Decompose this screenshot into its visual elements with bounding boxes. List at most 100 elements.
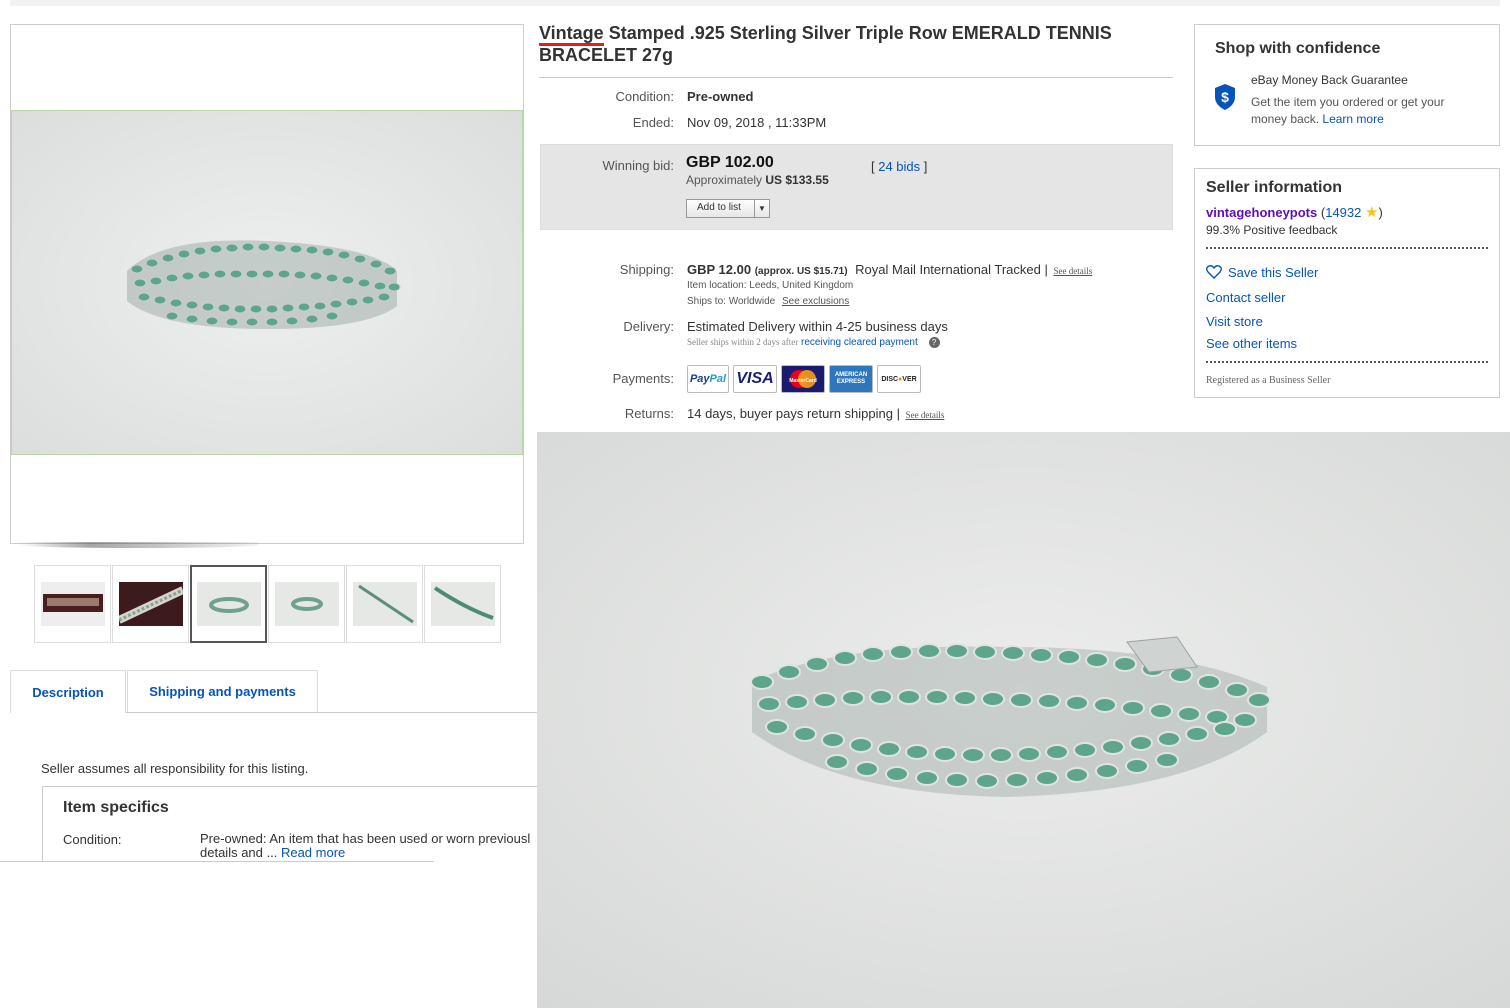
bid-count: [ 24 bids ] bbox=[871, 159, 927, 174]
save-seller-label: Save this Seller bbox=[1228, 265, 1319, 280]
thumbnail-image bbox=[274, 582, 339, 626]
heart-icon bbox=[1206, 265, 1222, 279]
save-seller-link[interactable]: Save this Seller bbox=[1206, 265, 1318, 280]
divider bbox=[539, 77, 1173, 78]
shipping-see-details-link[interactable]: See details bbox=[1053, 266, 1092, 276]
enlarged-product-photo[interactable] bbox=[537, 432, 1510, 1008]
delivery-value: Estimated Delivery within 4-25 business … bbox=[687, 319, 948, 334]
returns-text: 14 days, buyer pays return shipping | bbox=[687, 406, 900, 421]
add-to-list-button[interactable]: Add to list ▼ bbox=[686, 199, 770, 218]
shipping-price: GBP 12.00 bbox=[687, 262, 752, 277]
title-text: Stamped .925 Sterling Silver Triple Row … bbox=[539, 23, 1112, 65]
shipping-approx: (approx. US $15.71) bbox=[754, 266, 848, 277]
see-exclusions-link[interactable]: See exclusions bbox=[782, 296, 849, 307]
shipping-service: Royal Mail International Tracked | bbox=[855, 262, 1048, 277]
bid-box bbox=[540, 144, 1173, 230]
receiving-payment-link[interactable]: receiving cleared payment bbox=[801, 337, 918, 348]
seller-name-line: vintagehoneypots (14932 ★) bbox=[1206, 203, 1383, 221]
amex-logo: AMERICAN EXPRESS bbox=[829, 365, 873, 393]
returns-see-details-link[interactable]: See details bbox=[906, 410, 945, 420]
thumbnail-image bbox=[430, 582, 495, 626]
divider bbox=[0, 861, 434, 862]
business-seller-note: Registered as a Business Seller bbox=[1206, 375, 1331, 386]
page-bottom bbox=[0, 862, 537, 1008]
visa-logo: VISA bbox=[733, 365, 777, 393]
divider bbox=[1206, 247, 1488, 249]
seller-disclaimer: Seller assumes all responsibility for th… bbox=[41, 761, 309, 776]
seller-info-title: Seller information bbox=[1206, 179, 1343, 196]
returns-value: 14 days, buyer pays return shipping | Se… bbox=[687, 406, 944, 421]
seller-name-link[interactable]: vintagehoneypots bbox=[1206, 205, 1317, 220]
specifics-condition-value: Pre-owned: An item that has been used or… bbox=[200, 832, 530, 860]
tab-description[interactable]: Description bbox=[10, 670, 126, 713]
condition-text-line1: Pre-owned: An item that has been used or… bbox=[200, 831, 531, 846]
add-to-list-label: Add to list bbox=[697, 202, 741, 213]
shipping-label: Shipping: bbox=[619, 262, 674, 277]
main-image-frame[interactable] bbox=[10, 24, 524, 544]
ended-value: Nov 09, 2018 , 11:33PM bbox=[687, 115, 827, 130]
approx-value: US $133.55 bbox=[765, 173, 829, 187]
main-product-image[interactable] bbox=[11, 110, 523, 455]
title-highlighted-word: Vintage bbox=[539, 23, 604, 46]
item-location: Item location: Leeds, United Kingdom bbox=[687, 280, 854, 291]
thumbnail-image bbox=[196, 582, 261, 626]
item-specifics-title: Item specifics bbox=[63, 799, 169, 816]
thumbnail-strip bbox=[34, 565, 502, 643]
thumbnail-image bbox=[118, 582, 183, 626]
payment-logos: PayPal VISA MasterCard AMERICAN EXPRESS D… bbox=[687, 365, 925, 393]
shield-dollar-icon: $ bbox=[1215, 84, 1235, 110]
seller-ships-text: Seller ships within 2 days after bbox=[687, 337, 799, 347]
winning-bid-label: Winning bid: bbox=[602, 158, 674, 173]
condition-label: Condition: bbox=[615, 89, 674, 104]
shop-with-confidence-box: Shop with confidence $ eBay Money Back G… bbox=[1194, 24, 1500, 146]
condition-value: Pre-owned bbox=[687, 89, 754, 104]
chevron-down-icon[interactable]: ▼ bbox=[754, 200, 769, 217]
thumbnail-4[interactable] bbox=[268, 565, 345, 643]
contact-seller-link[interactable]: Contact seller bbox=[1206, 290, 1285, 305]
learn-more-link[interactable]: Learn more bbox=[1322, 112, 1383, 126]
winning-bid-price: GBP 102.00 bbox=[686, 154, 774, 171]
confidence-text: Get the item you ordered or get your mon… bbox=[1251, 94, 1471, 128]
star-icon: ★ bbox=[1365, 204, 1379, 221]
tab-shipping-and-payments[interactable]: Shipping and payments bbox=[127, 670, 318, 712]
positive-feedback: 99.3% Positive feedback bbox=[1206, 223, 1338, 237]
image-shadow bbox=[18, 542, 258, 548]
ships-to: Ships to: Worldwide See exclusions bbox=[687, 296, 849, 307]
approx-price: Approximately US $133.55 bbox=[686, 173, 829, 187]
description-tabs: Description Shipping and payments bbox=[10, 670, 537, 713]
paypal-logo: PayPal bbox=[687, 365, 729, 393]
thumbnail-5[interactable] bbox=[346, 565, 423, 643]
ended-label: Ended: bbox=[632, 115, 674, 130]
returns-label: Returns: bbox=[624, 406, 674, 421]
specifics-condition-label: Condition: bbox=[63, 832, 122, 847]
money-back-guarantee: eBay Money Back Guarantee bbox=[1251, 73, 1408, 87]
payments-label: Payments: bbox=[612, 371, 674, 386]
read-more-link[interactable]: Read more bbox=[281, 845, 345, 860]
mastercard-logo: MasterCard bbox=[781, 365, 825, 393]
bids-bracket-close: ] bbox=[920, 159, 928, 174]
thumbnail-image bbox=[352, 582, 417, 626]
seller-score-wrap: (14932 ★) bbox=[1320, 204, 1383, 221]
bids-link[interactable]: 24 bids bbox=[878, 159, 920, 174]
seller-score-link[interactable]: 14932 bbox=[1325, 205, 1361, 220]
help-icon[interactable]: ? bbox=[928, 337, 940, 348]
svg-text:MasterCard: MasterCard bbox=[789, 378, 817, 384]
thumbnail-3[interactable] bbox=[190, 565, 267, 643]
confidence-title: Shop with confidence bbox=[1215, 40, 1381, 57]
shipping-value: GBP 12.00 (approx. US $15.71) Royal Mail… bbox=[687, 262, 1092, 277]
thumbnail-1[interactable] bbox=[34, 565, 111, 643]
divider bbox=[1206, 361, 1488, 363]
ships-to-text: Ships to: Worldwide bbox=[687, 296, 776, 307]
delivery-label: Delivery: bbox=[623, 319, 674, 334]
discover-logo: DISC ● VER bbox=[877, 365, 921, 393]
seller-ships-note: Seller ships within 2 days after receivi… bbox=[687, 337, 940, 348]
svg-text:$: $ bbox=[1221, 89, 1229, 105]
approx-prefix: Approximately bbox=[686, 173, 763, 187]
visit-store-link[interactable]: Visit store bbox=[1206, 314, 1263, 329]
see-other-items-link[interactable]: See other items bbox=[1206, 336, 1297, 351]
thumbnail-2[interactable] bbox=[112, 565, 189, 643]
top-band bbox=[10, 0, 1500, 6]
thumbnail-6[interactable] bbox=[424, 565, 501, 643]
seller-information-box: Seller information vintagehoneypots (149… bbox=[1194, 168, 1500, 398]
listing-title: Vintage Stamped .925 Sterling Silver Tri… bbox=[539, 22, 1169, 66]
